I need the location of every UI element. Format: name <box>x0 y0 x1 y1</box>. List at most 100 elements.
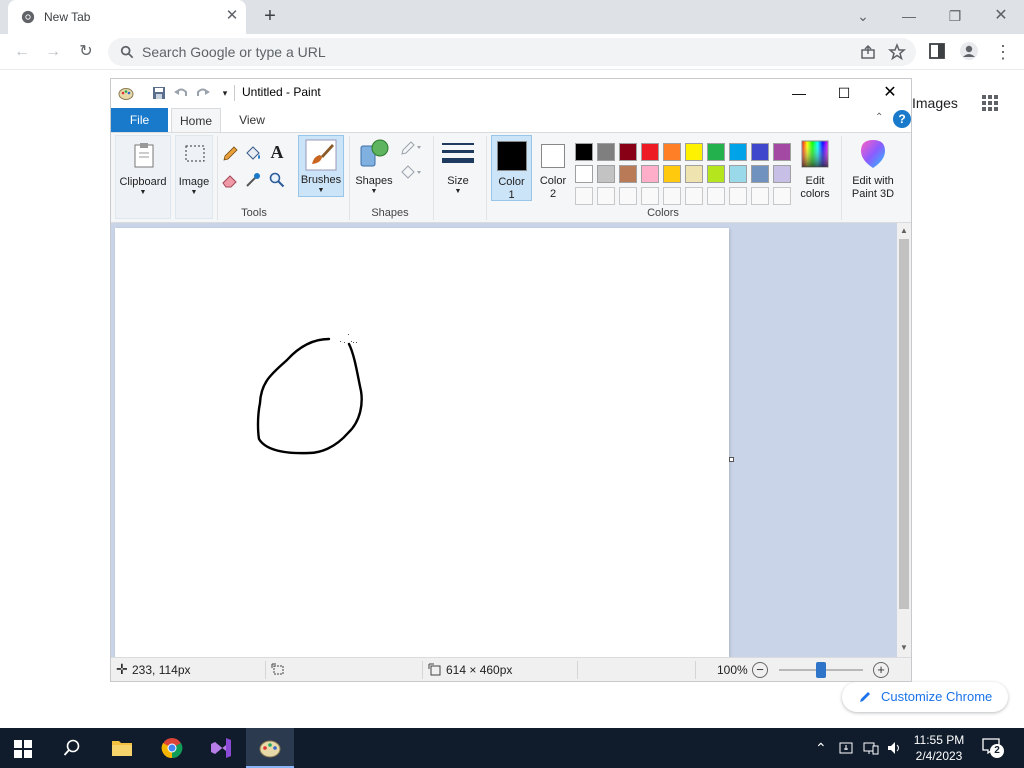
taskbar-visual-studio[interactable] <box>197 728 245 768</box>
canvas-resize-handle[interactable] <box>729 457 734 462</box>
taskbar-file-explorer[interactable] <box>98 728 146 768</box>
file-tab[interactable]: File <box>111 108 168 132</box>
scroll-up-icon[interactable]: ▲ <box>897 224 911 238</box>
taskbar-chrome[interactable] <box>148 728 196 768</box>
size-button[interactable]: Size ▼ <box>438 135 478 201</box>
pencil-tool-icon[interactable] <box>221 145 239 163</box>
palette-swatch[interactable] <box>773 165 791 183</box>
taskbar-clock[interactable]: 11:55 PM 2/4/2023 <box>906 732 972 764</box>
palette-custom-slot[interactable] <box>597 187 615 205</box>
omnibox[interactable]: Search Google or type a URL <box>108 38 916 66</box>
fill-tool-icon[interactable] <box>244 145 262 163</box>
palette-swatch[interactable] <box>597 165 615 183</box>
profile-avatar-icon[interactable] <box>959 41 979 61</box>
paint-close-icon[interactable]: ✕ <box>880 83 900 103</box>
notification-center-button[interactable]: 2 <box>982 738 1004 758</box>
fill-shape-icon[interactable] <box>399 163 423 181</box>
palette-swatch[interactable] <box>685 143 703 161</box>
magnifier-tool-icon[interactable] <box>268 171 286 189</box>
clipboard-button[interactable]: Clipboard ▼ <box>115 135 171 219</box>
text-tool-icon[interactable]: A <box>268 143 286 161</box>
zoom-in-icon[interactable]: + <box>873 662 889 678</box>
search-icon[interactable] <box>63 739 81 757</box>
edit-with-paint3d-button[interactable]: Edit with Paint 3D <box>845 135 901 201</box>
palette-custom-slot[interactable] <box>729 187 747 205</box>
security-icon[interactable] <box>838 740 854 756</box>
redo-icon[interactable] <box>195 85 211 101</box>
drawing-canvas[interactable] <box>115 228 729 657</box>
color-picker-icon[interactable] <box>244 171 262 189</box>
browser-tab-new-tab[interactable]: New Tab ✕ <box>8 0 246 34</box>
share-icon[interactable] <box>860 44 876 60</box>
new-tab-button[interactable]: + <box>259 6 281 28</box>
palette-custom-slot[interactable] <box>663 187 681 205</box>
zoom-slider-thumb[interactable] <box>816 662 826 678</box>
view-tab[interactable]: View <box>227 108 277 132</box>
palette-swatch[interactable] <box>575 143 593 161</box>
scrollbar-thumb[interactable] <box>899 239 909 609</box>
eraser-tool-icon[interactable] <box>221 171 239 189</box>
save-icon[interactable] <box>151 85 167 101</box>
back-icon[interactable]: ← <box>11 41 33 63</box>
windows-start-icon[interactable] <box>14 740 32 758</box>
palette-swatch[interactable] <box>641 165 659 183</box>
palette-swatch[interactable] <box>751 165 769 183</box>
palette-swatch[interactable] <box>707 165 725 183</box>
color1-button[interactable]: Color 1 <box>491 135 532 201</box>
minimize-icon[interactable]: — <box>898 6 920 26</box>
home-tab[interactable]: Home <box>171 108 221 132</box>
palette-swatch[interactable] <box>597 143 615 161</box>
reload-icon[interactable]: ↻ <box>75 41 97 63</box>
zoom-out-icon[interactable]: − <box>752 662 768 678</box>
google-images-link[interactable]: Images <box>912 95 958 111</box>
google-apps-icon[interactable] <box>981 94 999 112</box>
palette-swatch[interactable] <box>707 143 725 161</box>
palette-swatch[interactable] <box>663 165 681 183</box>
paint-maximize-icon[interactable]: ☐ <box>834 83 854 103</box>
shapes-button[interactable]: Shapes ▼ <box>353 135 395 201</box>
undo-icon[interactable] <box>173 85 189 101</box>
palette-swatch[interactable] <box>685 165 703 183</box>
close-window-icon[interactable]: ✕ <box>990 6 1012 26</box>
close-tab-icon[interactable]: ✕ <box>224 8 240 24</box>
palette-custom-slot[interactable] <box>619 187 637 205</box>
palette-custom-slot[interactable] <box>751 187 769 205</box>
outline-icon[interactable] <box>399 139 423 157</box>
palette-swatch[interactable] <box>729 143 747 161</box>
palette-custom-slot[interactable] <box>641 187 659 205</box>
tab-search-icon[interactable]: ⌄ <box>852 6 874 26</box>
color2-button[interactable]: Color 2 <box>535 135 571 201</box>
palette-swatch[interactable] <box>773 143 791 161</box>
palette-swatch[interactable] <box>641 143 659 161</box>
forward-icon[interactable]: → <box>42 41 64 63</box>
paint-minimize-icon[interactable]: — <box>789 83 809 103</box>
palette-swatch[interactable] <box>619 165 637 183</box>
customize-chrome-button[interactable]: Customize Chrome <box>842 682 1008 712</box>
paint-app-icon[interactable] <box>118 85 134 101</box>
palette-custom-slot[interactable] <box>685 187 703 205</box>
palette-swatch[interactable] <box>729 165 747 183</box>
taskbar-paint[interactable] <box>246 728 294 768</box>
restore-icon[interactable]: ❐ <box>944 6 966 26</box>
brushes-button[interactable]: Brushes ▼ <box>298 135 344 197</box>
network-icon[interactable] <box>863 740 879 756</box>
image-button[interactable]: Image ▼ <box>175 135 213 219</box>
palette-swatch[interactable] <box>619 143 637 161</box>
palette-custom-slot[interactable] <box>707 187 725 205</box>
palette-swatch[interactable] <box>575 165 593 183</box>
scroll-down-icon[interactable]: ▼ <box>897 641 911 655</box>
volume-icon[interactable] <box>886 740 902 756</box>
customize-qat-icon[interactable]: ▾ <box>217 85 233 101</box>
vertical-scrollbar[interactable]: ▲ ▼ <box>897 223 911 657</box>
help-icon[interactable]: ? <box>893 110 911 128</box>
palette-swatch[interactable] <box>663 143 681 161</box>
collapse-ribbon-icon[interactable]: ⌃ <box>875 112 887 124</box>
palette-custom-slot[interactable] <box>773 187 791 205</box>
palette-swatch[interactable] <box>751 143 769 161</box>
side-panel-icon[interactable] <box>927 41 947 61</box>
bookmark-star-icon[interactable] <box>888 43 906 61</box>
edit-colors-button[interactable]: Edit colors <box>795 135 835 201</box>
palette-custom-slot[interactable] <box>575 187 593 205</box>
tray-overflow-icon[interactable]: ⌃ <box>815 740 831 756</box>
chrome-menu-icon[interactable]: ⋮ <box>992 41 1014 63</box>
